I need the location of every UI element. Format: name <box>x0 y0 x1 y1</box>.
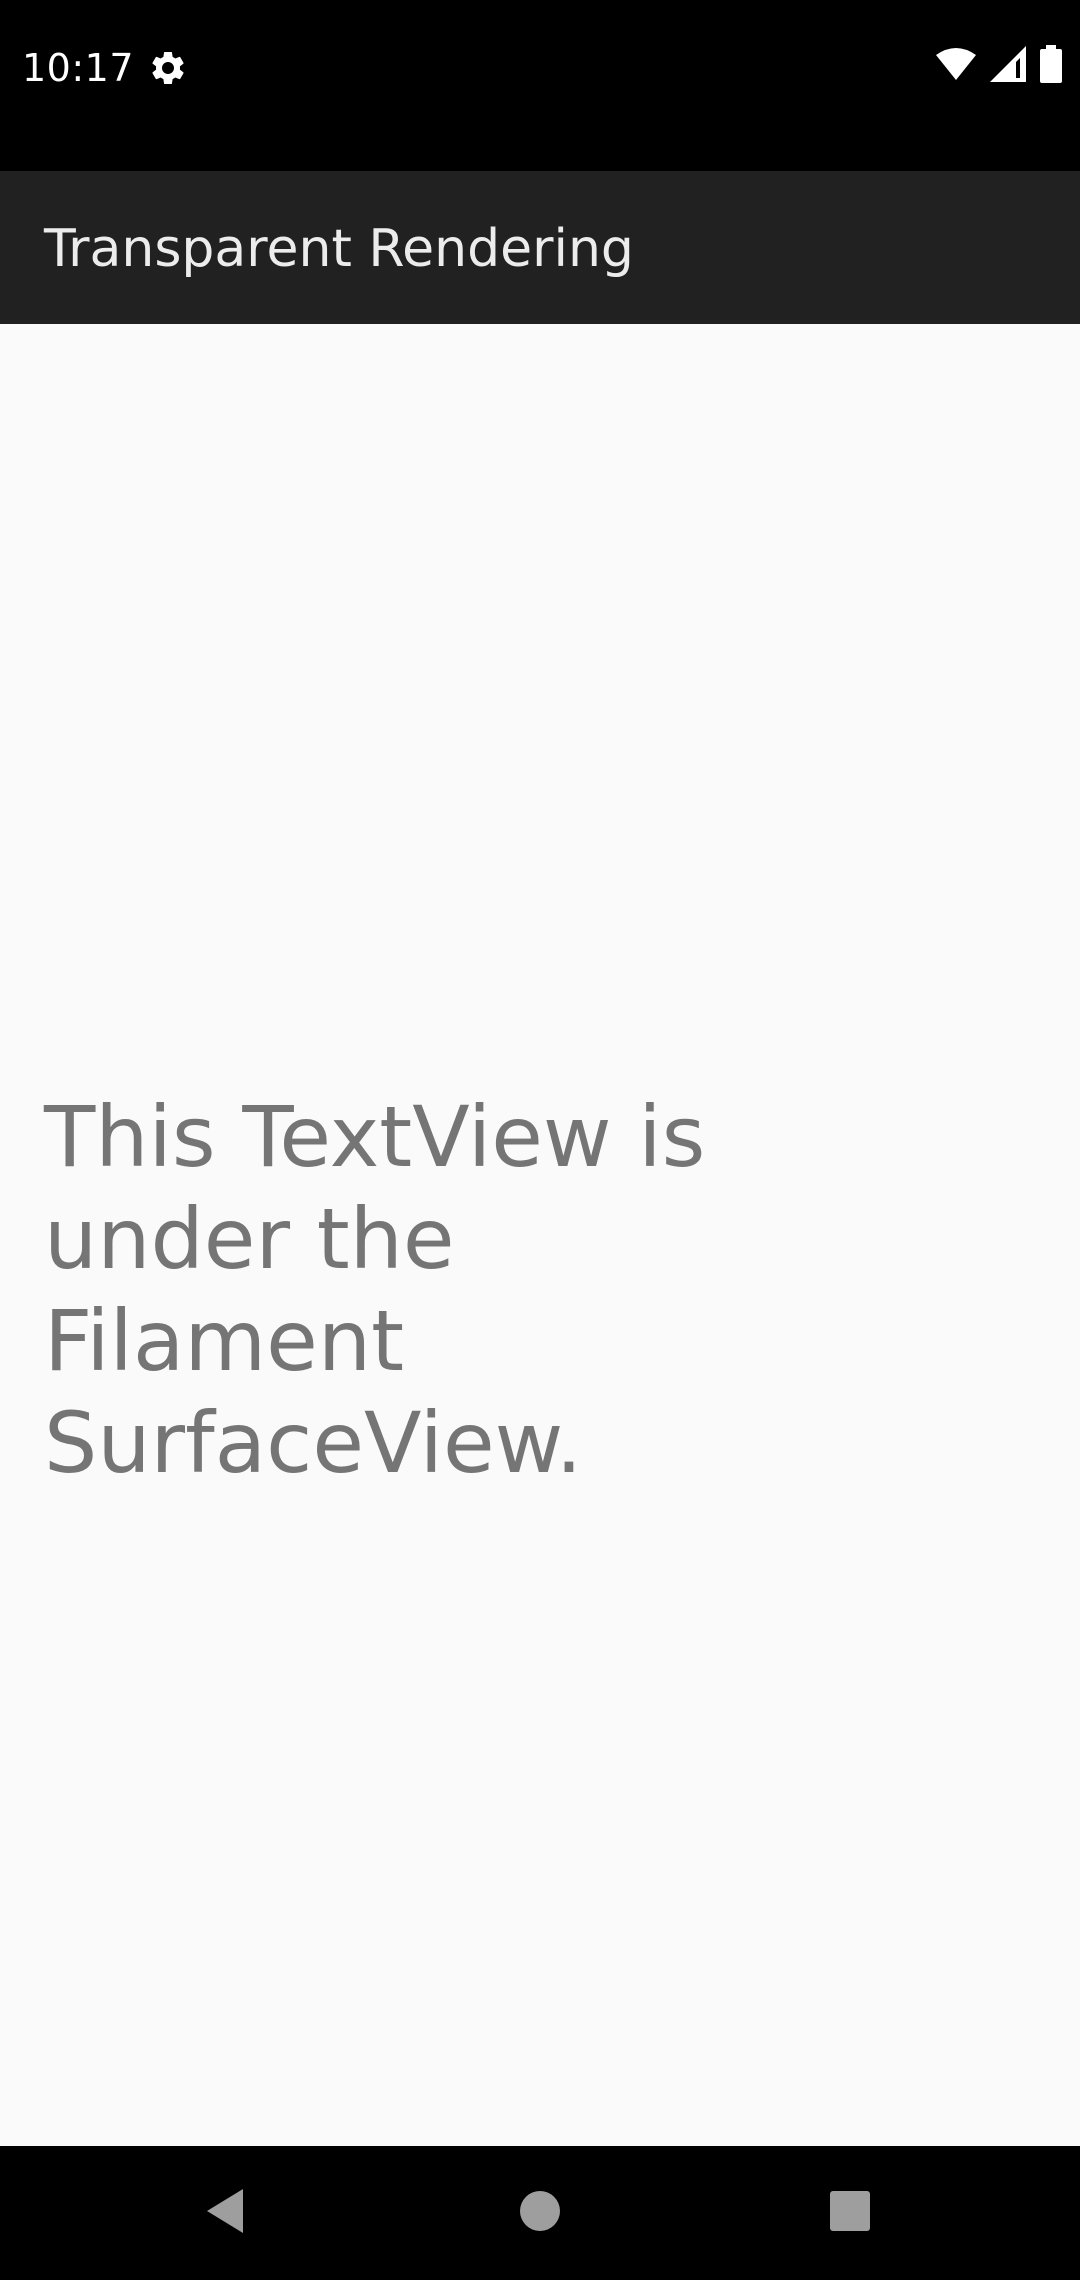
status-bar: 10:17 <box>0 0 1080 171</box>
underlay-text-view: This TextView is under the Filament Surf… <box>44 1088 706 1492</box>
recents-button[interactable] <box>805 2168 895 2258</box>
back-button[interactable] <box>180 2168 270 2258</box>
back-icon <box>203 2187 247 2239</box>
cell-signal-icon <box>990 46 1026 86</box>
wifi-icon <box>936 47 976 85</box>
gear-icon <box>148 48 188 88</box>
recents-icon <box>828 2189 872 2237</box>
home-icon <box>518 2189 562 2237</box>
navigation-bar <box>0 2146 1080 2280</box>
status-icons <box>936 45 1062 87</box>
app-bar: Transparent Rendering <box>0 171 1080 324</box>
app-title: Transparent Rendering <box>44 219 634 279</box>
battery-icon <box>1040 45 1062 87</box>
status-time: 10:17 <box>22 46 135 90</box>
home-button[interactable] <box>495 2168 585 2258</box>
surface-view-area[interactable]: This TextView is under the Filament Surf… <box>0 324 1080 2146</box>
